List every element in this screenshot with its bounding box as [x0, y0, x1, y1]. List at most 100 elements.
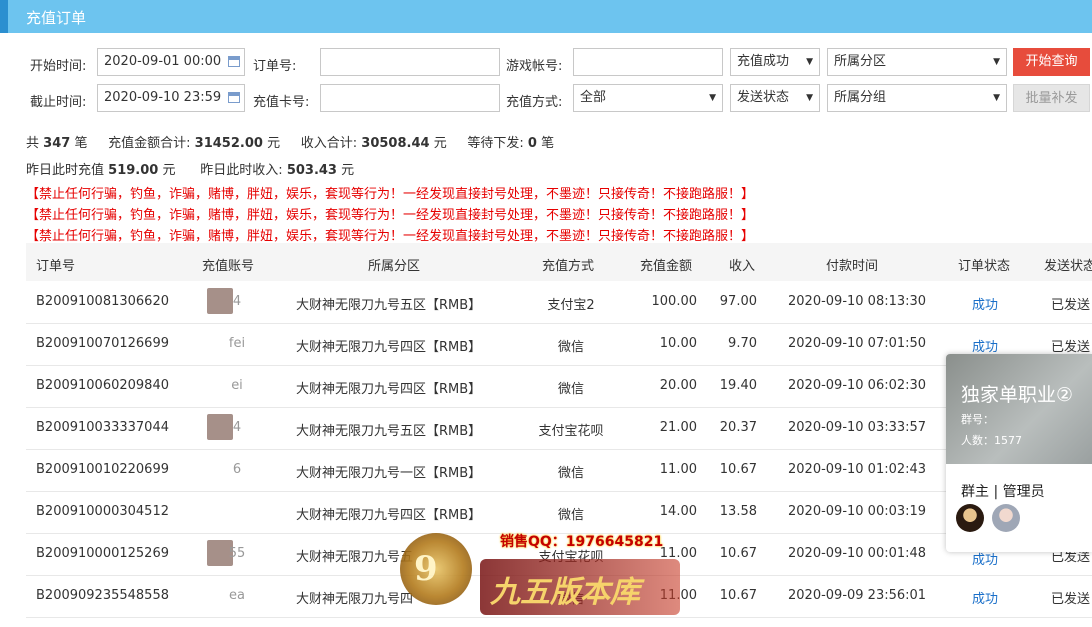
zone-cell: 大财神无限刀九号四区【RMB】 — [296, 382, 482, 397]
avatar[interactable] — [992, 504, 1020, 532]
zone-select[interactable]: 所属分区 ▼ — [827, 48, 1007, 76]
start-time-input[interactable]: 2020-09-01 00:00 — [97, 48, 245, 76]
recharge-status-select[interactable]: 充值成功 ▼ — [730, 48, 820, 76]
order-number-cell: B200910070126699 — [36, 336, 169, 351]
table-row[interactable]: B200910010220699 6 大财神无限刀九号一区【RMB】 微信 11.00 1… — [26, 449, 1092, 492]
income-cell: 10.67 — [719, 462, 757, 477]
send-status-select[interactable]: 发送状态 ▼ — [730, 84, 820, 112]
send-status-cell: 已发送 — [1051, 298, 1091, 313]
column-header-send-status[interactable]: 发送状态 — [1044, 255, 1092, 274]
amount-label: 充值金额合计: — [108, 136, 191, 151]
page-title: 充值订单 — [26, 9, 87, 27]
pay-method-cell: 微信 — [557, 340, 584, 355]
yesterday-summary: 昨日此时充值 519.00 元 昨日此时收入: 503.43 元 — [26, 159, 354, 178]
end-time-label: 截止时间: — [30, 95, 87, 110]
calendar-icon[interactable] — [228, 92, 240, 103]
total-count: 347 — [43, 136, 71, 151]
members-value: 1577 — [994, 434, 1022, 447]
zone-cell: 大财神无限刀九号五区【RMB】 — [296, 424, 482, 439]
column-header-account[interactable]: 充值账号 — [202, 255, 254, 274]
end-time-input[interactable]: 2020-09-10 23:59 — [97, 84, 245, 112]
start-time-value: 2020-09-01 00:00 — [104, 54, 222, 69]
zone-cell: 大财神无限刀九号四区【RMB】 — [296, 340, 482, 355]
calendar-icon[interactable] — [228, 56, 240, 67]
income-label: 收入合计: — [300, 136, 358, 151]
game-account-input[interactable] — [573, 48, 723, 76]
zone-cell: 大财神无限刀九号一区【RMB】 — [296, 466, 482, 481]
column-header-order[interactable]: 订单号 — [36, 255, 75, 274]
search-button[interactable]: 开始查询 — [1013, 48, 1090, 76]
order-number-input[interactable] — [320, 48, 500, 76]
dropdown-arrow-icon: ▼ — [709, 93, 716, 103]
pending-label: 等待下发: — [467, 136, 524, 151]
group-number-label: 群号： — [961, 413, 994, 426]
income-cell: 97.00 — [719, 294, 757, 309]
pay-time-cell: 2020-09-09 23:56:01 — [788, 588, 927, 603]
pay-method-select[interactable]: 全部 ▼ — [573, 84, 723, 112]
table-row[interactable]: B200910081306620 4 大财神无限刀九号五区【RMB】 支付宝2 100.… — [26, 281, 1092, 324]
group-roles: 群主 | 管理员 — [961, 484, 1045, 500]
watermark-logo: 9 — [400, 533, 472, 605]
amount-cell: 10.00 — [659, 336, 697, 351]
column-header-order-status[interactable]: 订单状态 — [958, 255, 1010, 274]
batch-resend-button[interactable]: 批量补发 — [1013, 84, 1090, 112]
amount-cell: 21.00 — [659, 420, 697, 435]
card-number-label: 充值卡号: — [253, 95, 310, 110]
yesterday-recharge-label: 昨日此时充值 — [26, 163, 105, 178]
amount-cell: 20.00 — [659, 378, 697, 393]
pay-time-cell: 2020-09-10 03:33:57 — [788, 420, 927, 435]
group-name: 独家单职业② — [961, 384, 1074, 406]
group-value: 所属分组 — [834, 90, 887, 105]
pay-time-cell: 2020-09-10 00:01:48 — [788, 546, 927, 561]
column-header-zone[interactable]: 所属分区 — [368, 255, 420, 274]
column-header-method[interactable]: 充值方式 — [542, 255, 594, 274]
income-unit: 元 — [433, 136, 447, 151]
table-row[interactable]: B200910033337044 4 大财神无限刀九号五区【RMB】 支付宝花呗 21.… — [26, 407, 1092, 450]
order-status-link[interactable]: 成功 — [972, 336, 998, 355]
avatar[interactable] — [956, 504, 984, 532]
order-number-label: 订单号: — [253, 59, 297, 74]
pay-method-label: 充值方式: — [506, 95, 563, 110]
pay-method-cell: 微信 — [557, 466, 584, 481]
group-select[interactable]: 所属分组 ▼ — [827, 84, 1007, 112]
pending-value: 0 — [527, 136, 537, 151]
group-info-card[interactable]: 独家单职业② 群号： 人数：1577 群主 | 管理员 — [946, 354, 1092, 552]
column-header-pay-time[interactable]: 付款时间 — [826, 255, 878, 274]
yesterday-recharge-value: 519.00 — [108, 163, 159, 178]
zone-value: 所属分区 — [834, 54, 887, 69]
table-row[interactable]: B200910070126699 fei 大财神无限刀九号四区【RMB】 微信 10.0… — [26, 323, 1092, 366]
card-number-input[interactable] — [320, 84, 500, 112]
order-number-cell: B200910010220699 — [36, 462, 169, 477]
order-status-link[interactable]: 成功 — [972, 294, 998, 313]
watermark-brand-text: 九五版本库 — [490, 575, 640, 610]
send-status-cell: 已发送 — [1051, 340, 1091, 355]
order-number-cell: B200910033337044 — [36, 420, 169, 435]
total-suffix: 笔 — [74, 136, 88, 151]
pay-time-cell: 2020-09-10 07:01:50 — [788, 336, 927, 351]
column-header-income[interactable]: 收入 — [729, 255, 755, 274]
account-cell: 4 — [232, 294, 242, 309]
warning-notice: 【禁止任何行骗，钓鱼，诈骗，赌博，胖妞，娱乐，套现等行为！一经发现直接封号处理，… — [26, 208, 755, 223]
table-row[interactable]: B200910060209840 ei 大财神无限刀九号四区【RMB】 微信 20.00… — [26, 365, 1092, 408]
yesterday-recharge-unit: 元 — [162, 163, 176, 178]
table-header: 订单号 充值账号 所属分区 充值方式 充值金额 收入 付款时间 订单状态 发送状… — [26, 243, 1092, 281]
watermark: 9 销售QQ：1976645821 九五版本库 — [400, 527, 700, 627]
send-status-value: 发送状态 — [737, 90, 790, 105]
order-number-cell: B200910081306620 — [36, 294, 169, 309]
account-cell: 55 — [228, 546, 246, 561]
order-number-cell: B200910000304512 — [36, 504, 169, 519]
pay-time-cell: 2020-09-10 00:03:19 — [788, 504, 927, 519]
account-cell: ei — [231, 378, 243, 393]
income-cell: 9.70 — [728, 336, 757, 351]
column-header-amount[interactable]: 充值金额 — [640, 255, 692, 274]
dropdown-arrow-icon: ▼ — [993, 57, 1000, 67]
start-time-label: 开始时间: — [30, 59, 87, 74]
summary-line: 共 347 笔 充值金额合计: 31452.00 元 收入合计: 30508.4… — [26, 132, 554, 151]
yesterday-income-unit: 元 — [341, 163, 355, 178]
page-header: 充值订单 — [0, 0, 1092, 33]
order-number-cell: B200909235548558 — [36, 588, 169, 603]
amount-unit: 元 — [267, 136, 281, 151]
zone-cell: 大财神无限刀九号四区【RMB】 — [296, 508, 482, 523]
order-status-link[interactable]: 成功 — [972, 588, 998, 607]
account-cell: 4 — [232, 420, 242, 435]
